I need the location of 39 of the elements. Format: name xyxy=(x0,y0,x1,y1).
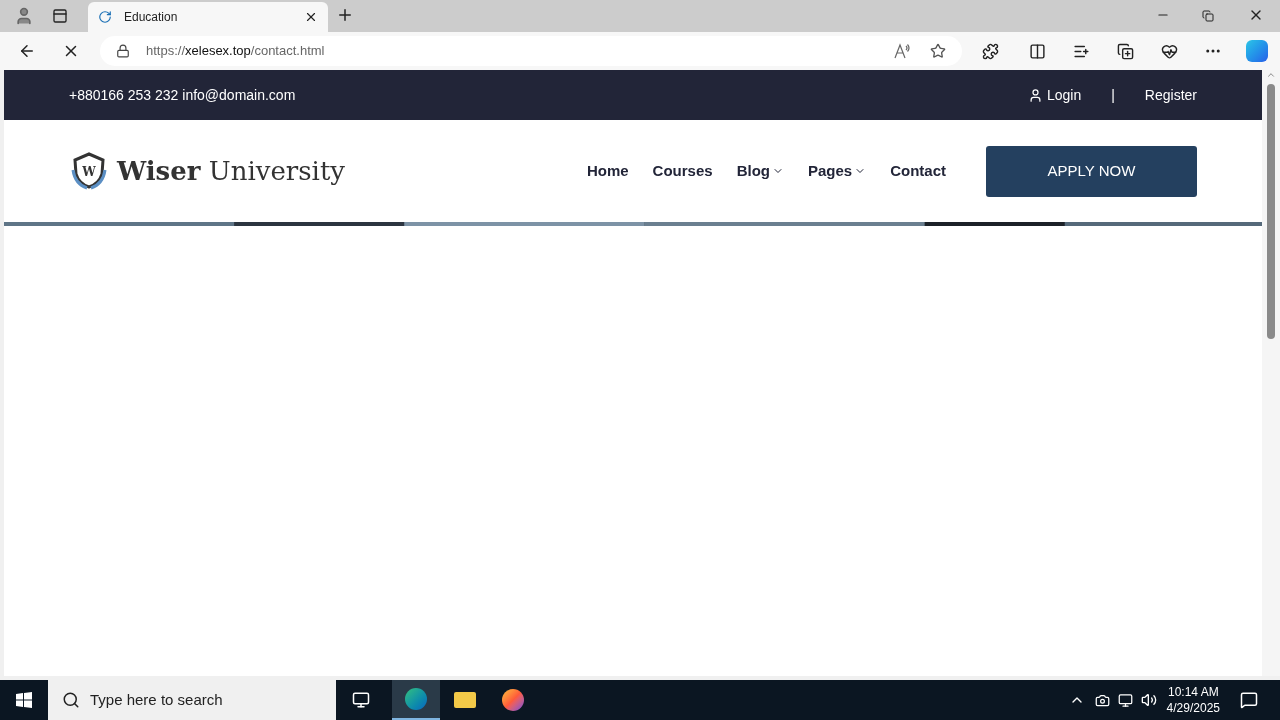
apply-now-button[interactable]: APPLY NOW xyxy=(986,145,1197,197)
scroll-thumb[interactable] xyxy=(1267,84,1275,339)
register-link[interactable]: Register xyxy=(1144,84,1197,106)
volume-icon[interactable] xyxy=(1140,692,1157,708)
camera-icon[interactable] xyxy=(1094,692,1110,708)
url-text: https://xelesex.top/contact.html xyxy=(146,42,326,61)
collections-icon[interactable] xyxy=(1117,42,1134,60)
nav-link[interactable]: Pages xyxy=(807,159,867,183)
search-icon xyxy=(62,691,80,709)
profile-icon[interactable] xyxy=(14,6,34,26)
clock[interactable]: 10:14 AM 4/29/2025 xyxy=(1166,684,1220,716)
start-icon[interactable] xyxy=(16,692,32,708)
read-aloud-icon[interactable] xyxy=(894,43,910,59)
nav-link[interactable]: Contact xyxy=(890,159,946,183)
nav-link[interactable]: Courses xyxy=(652,159,713,183)
user-icon xyxy=(1027,87,1043,103)
scrollbar[interactable] xyxy=(1262,70,1280,676)
restore-icon[interactable] xyxy=(1202,10,1214,22)
address-field[interactable]: https://xelesex.top/contact.html xyxy=(100,36,962,66)
lock-icon xyxy=(116,44,130,58)
tab-actions-icon[interactable] xyxy=(52,8,68,24)
nav-link[interactable]: Blog xyxy=(736,159,784,183)
browser-essentials-icon[interactable] xyxy=(1161,42,1178,60)
back-icon[interactable] xyxy=(18,42,36,60)
notifications-icon[interactable] xyxy=(1240,691,1258,709)
separator: | xyxy=(1111,85,1115,105)
logo-text: Wiser University xyxy=(117,154,346,188)
logo-letter: W xyxy=(82,165,96,179)
login-link[interactable]: Login xyxy=(1027,84,1082,106)
extensions-icon[interactable] xyxy=(982,42,999,60)
close-tab-icon[interactable] xyxy=(304,10,318,24)
taskbar-search-field[interactable]: Type here to search xyxy=(48,680,336,720)
favorite-icon[interactable] xyxy=(930,43,946,59)
nav-link[interactable]: Home xyxy=(586,159,629,183)
tab-title: Education xyxy=(124,9,179,26)
browser-tab[interactable]: Education xyxy=(88,2,328,32)
split-screen-icon[interactable] xyxy=(1029,42,1046,60)
new-tab-icon[interactable] xyxy=(336,6,354,24)
contact-info: +880166 253 232 info@domain.com xyxy=(69,85,297,105)
